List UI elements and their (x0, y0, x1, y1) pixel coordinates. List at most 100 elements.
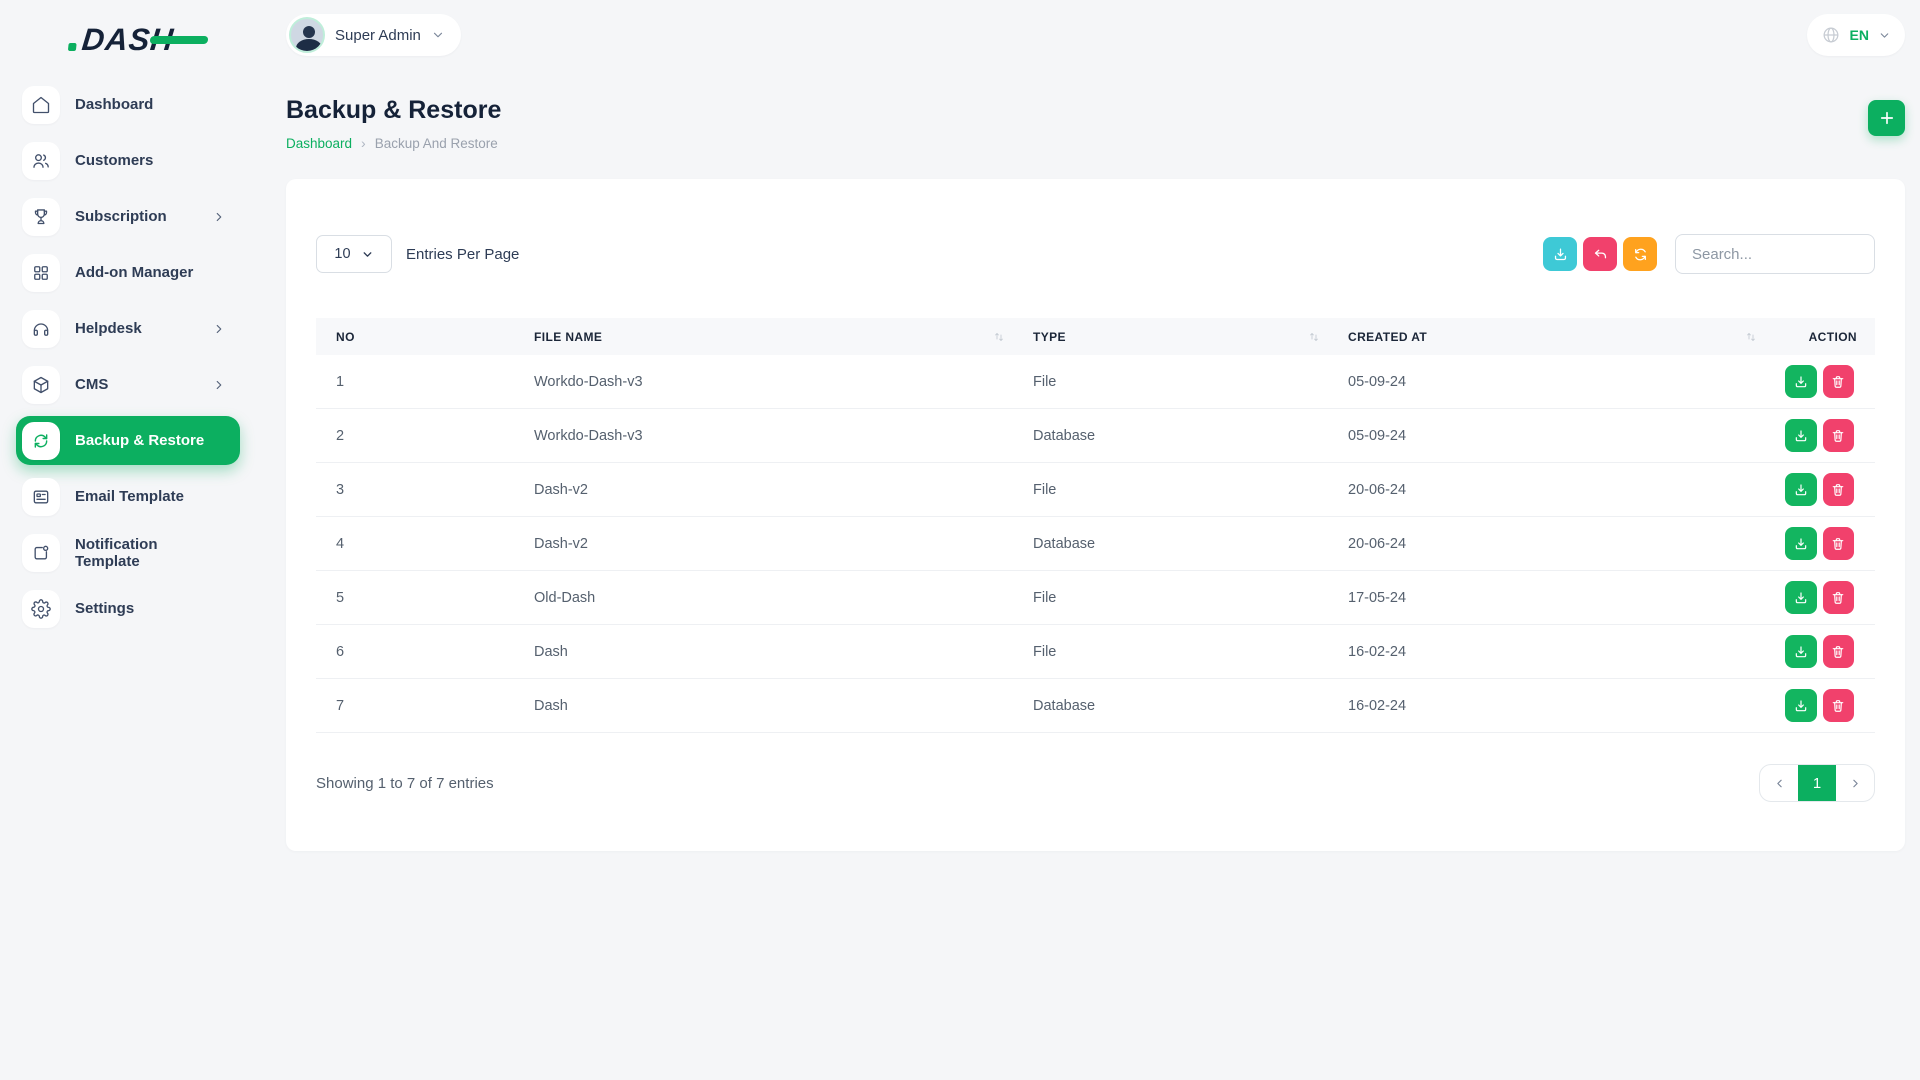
chevron-right-icon (212, 322, 226, 336)
headphones-icon (22, 310, 60, 348)
delete-backup-button[interactable] (1823, 689, 1855, 722)
refresh-button[interactable] (1623, 237, 1657, 271)
cell-created-at: 05-09-24 (1328, 409, 1765, 463)
cell-type: Database (1013, 517, 1328, 571)
backups-table: NO FILE NAME TYPE CREATED AT (316, 318, 1875, 733)
download-backup-button[interactable] (1785, 689, 1817, 722)
delete-backup-button[interactable] (1823, 365, 1855, 398)
entries-per-page-value: 10 (334, 246, 350, 262)
pagination-page-1[interactable]: 1 (1798, 765, 1836, 801)
page-head: Backup & Restore Dashboard › Backup And … (286, 96, 1905, 151)
sort-icon[interactable] (1745, 331, 1757, 343)
breadcrumb-separator-icon: › (361, 135, 366, 151)
export-download-button[interactable] (1543, 237, 1577, 271)
sidebar-item-addon-manager[interactable]: Add-on Manager (16, 248, 240, 297)
sidebar-item-dashboard[interactable]: Dashboard (16, 80, 240, 129)
cell-file-name: Dash-v2 (514, 463, 1013, 517)
sidebar-item-label: Backup & Restore (75, 432, 226, 449)
profile-name: Super Admin (335, 27, 421, 44)
gear-icon (22, 590, 60, 628)
delete-backup-button[interactable] (1823, 473, 1855, 506)
topbar: Super Admin EN (286, 0, 1905, 70)
cell-file-name: Old-Dash (514, 571, 1013, 625)
download-backup-button[interactable] (1785, 365, 1817, 398)
brand-logo[interactable]: DASH (16, 0, 240, 80)
download-backup-button[interactable] (1785, 527, 1817, 560)
sidebar-item-notification-template[interactable]: Notification Template (16, 528, 240, 577)
toolbar-right (1543, 234, 1875, 274)
sidebar-item-cms[interactable]: CMS (16, 360, 240, 409)
add-backup-button[interactable] (1868, 100, 1905, 136)
delete-backup-button[interactable] (1823, 581, 1855, 614)
brand-logo-text: DASH (80, 22, 176, 58)
download-backup-button[interactable] (1785, 581, 1817, 614)
search-input[interactable] (1675, 234, 1875, 274)
row-actions (1785, 571, 1867, 624)
sidebar-item-settings[interactable]: Settings (16, 584, 240, 633)
sidebar: DASH Dashboard Customers (0, 0, 256, 1080)
column-header-no[interactable]: NO (316, 318, 514, 355)
pagination-prev-button[interactable] (1760, 765, 1798, 801)
delete-backup-button[interactable] (1823, 419, 1855, 452)
sort-icon[interactable] (993, 331, 1005, 343)
layout-icon (22, 478, 60, 516)
cell-no: 1 (316, 355, 514, 409)
profile-menu[interactable]: Super Admin (286, 14, 461, 56)
sidebar-item-label: Settings (75, 600, 226, 617)
sidebar-item-label: CMS (75, 376, 212, 393)
sort-icon[interactable] (1308, 331, 1320, 343)
cell-created-at: 16-02-24 (1328, 679, 1765, 733)
undo-button[interactable] (1583, 237, 1617, 271)
entries-per-page-select[interactable]: 10 (316, 235, 392, 273)
cell-no: 6 (316, 625, 514, 679)
language-code: EN (1850, 27, 1869, 43)
sidebar-item-subscription[interactable]: Subscription (16, 192, 240, 241)
cell-type: File (1013, 355, 1328, 409)
sidebar-item-label: Subscription (75, 208, 212, 225)
entries-per-page-label: Entries Per Page (406, 246, 519, 263)
breadcrumb: Dashboard › Backup And Restore (286, 135, 501, 151)
cell-no: 2 (316, 409, 514, 463)
cell-created-at: 20-06-24 (1328, 517, 1765, 571)
row-actions (1785, 463, 1867, 516)
column-header-created-at[interactable]: CREATED AT (1328, 318, 1765, 355)
sidebar-item-label: Notification Template (75, 536, 226, 570)
column-header-file-name[interactable]: FILE NAME (514, 318, 1013, 355)
delete-backup-button[interactable] (1823, 527, 1855, 560)
sidebar-nav: Dashboard Customers Subscription (16, 80, 240, 640)
table-row: 5 Old-Dash File 17-05-24 (316, 571, 1875, 625)
cell-no: 7 (316, 679, 514, 733)
download-backup-button[interactable] (1785, 635, 1817, 668)
sidebar-item-label: Add-on Manager (75, 264, 226, 281)
pagination: 1 (1759, 764, 1875, 802)
content-card: 10 Entries Per Page (286, 179, 1905, 851)
chevron-right-icon (212, 210, 226, 224)
table-footer: Showing 1 to 7 of 7 entries 1 (316, 764, 1875, 802)
entries-summary: Showing 1 to 7 of 7 entries (316, 775, 494, 792)
download-backup-button[interactable] (1785, 473, 1817, 506)
cell-file-name: Dash-v2 (514, 517, 1013, 571)
language-selector[interactable]: EN (1807, 14, 1905, 56)
pagination-next-button[interactable] (1836, 765, 1874, 801)
delete-backup-button[interactable] (1823, 635, 1855, 668)
page-title: Backup & Restore (286, 96, 501, 125)
column-header-type[interactable]: TYPE (1013, 318, 1328, 355)
cell-no: 3 (316, 463, 514, 517)
sidebar-item-backup-restore[interactable]: Backup & Restore (16, 416, 240, 465)
toolbar-left: 10 Entries Per Page (316, 235, 519, 273)
cell-file-name: Dash (514, 679, 1013, 733)
sidebar-item-helpdesk[interactable]: Helpdesk (16, 304, 240, 353)
sidebar-item-label: Customers (75, 152, 226, 169)
notification-icon (22, 534, 60, 572)
cell-file-name: Workdo-Dash-v3 (514, 409, 1013, 463)
sidebar-item-customers[interactable]: Customers (16, 136, 240, 185)
main-area: Super Admin EN Backup & Restore Dashboa (256, 0, 1920, 1080)
table-row: 6 Dash File 16-02-24 (316, 625, 1875, 679)
download-backup-button[interactable] (1785, 419, 1817, 452)
chevron-down-icon (361, 248, 374, 261)
column-header-action: ACTION (1765, 318, 1875, 355)
cell-created-at: 20-06-24 (1328, 463, 1765, 517)
page-head-left: Backup & Restore Dashboard › Backup And … (286, 96, 501, 151)
sidebar-item-email-template[interactable]: Email Template (16, 472, 240, 521)
breadcrumb-dashboard-link[interactable]: Dashboard (286, 136, 352, 151)
